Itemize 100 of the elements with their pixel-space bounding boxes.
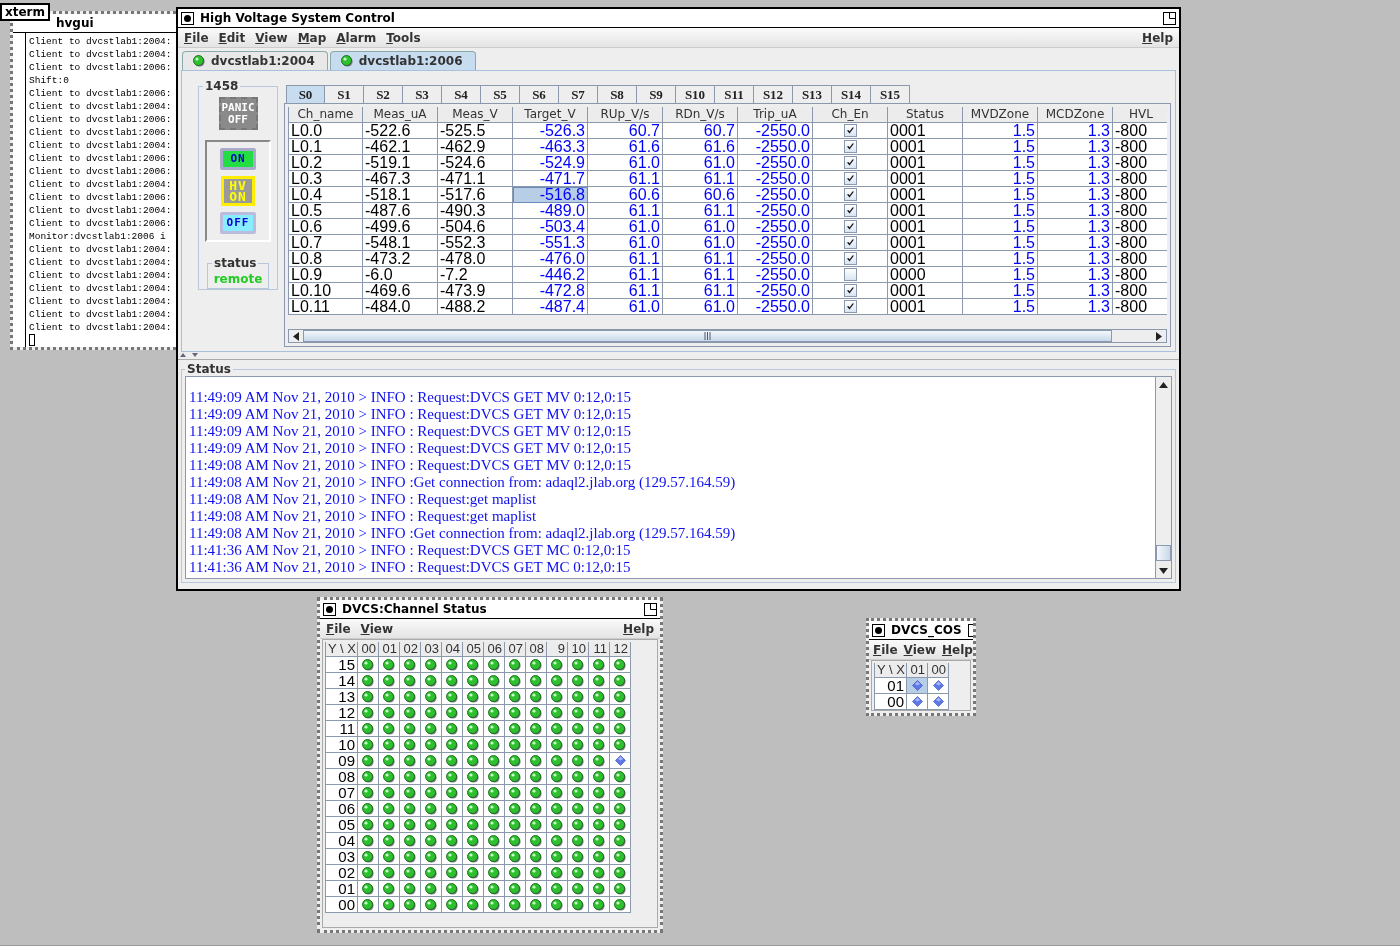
- menu-item[interactable]: Tools: [386, 30, 421, 45]
- sector-tab[interactable]: S11: [715, 85, 754, 103]
- table-cell[interactable]: 61.0: [588, 299, 663, 315]
- checkbox[interactable]: [843, 156, 857, 169]
- table-cell[interactable]: 61.1: [663, 171, 738, 187]
- table-cell[interactable]: 1.3: [1038, 283, 1113, 299]
- table-cell[interactable]: 61.0: [663, 155, 738, 171]
- table-cell[interactable]: 60.7: [663, 123, 738, 139]
- sector-tab[interactable]: S6: [520, 85, 559, 103]
- menu-item[interactable]: Edit: [218, 30, 246, 45]
- host-tab[interactable]: dvcstlab1:2004: [182, 51, 328, 70]
- grid-cell[interactable]: [907, 694, 928, 710]
- table-cell[interactable]: 1.3: [1038, 139, 1113, 155]
- table-cell[interactable]: 61.1: [663, 267, 738, 283]
- table-cell[interactable]: 61.0: [588, 219, 663, 235]
- table-cell[interactable]: 61.0: [588, 155, 663, 171]
- sector-tab[interactable]: S9: [637, 85, 676, 103]
- horizontal-scrollbar[interactable]: [288, 329, 1167, 343]
- scroll-up-icon[interactable]: [1159, 381, 1168, 388]
- checkbox[interactable]: [843, 236, 857, 249]
- table-cell[interactable]: 1.3: [1038, 299, 1113, 315]
- table-cell[interactable]: 1.3: [1038, 251, 1113, 267]
- table-cell[interactable]: -2550.0: [738, 251, 813, 267]
- scroll-down-icon[interactable]: [1159, 567, 1168, 574]
- window-menu-icon[interactable]: [872, 623, 885, 637]
- table-cell[interactable]: -487.4: [513, 299, 588, 315]
- sector-tab[interactable]: S4: [442, 85, 481, 103]
- checkbox[interactable]: [843, 300, 857, 313]
- menu-item[interactable]: View: [903, 642, 936, 657]
- scroll-left-icon[interactable]: [293, 331, 299, 341]
- sector-tab[interactable]: S12: [754, 85, 793, 103]
- table-cell[interactable]: 1.3: [1038, 155, 1113, 171]
- sector-tab[interactable]: S3: [403, 85, 442, 103]
- checkbox[interactable]: [843, 204, 857, 217]
- table-cell[interactable]: 61.0: [663, 299, 738, 315]
- table-cell[interactable]: 61.1: [588, 203, 663, 219]
- table-cell[interactable]: 1.5: [963, 203, 1038, 219]
- column-header[interactable]: Meas_uA: [363, 107, 438, 123]
- table-cell[interactable]: 1.5: [963, 283, 1038, 299]
- table-cell[interactable]: -476.0: [513, 251, 588, 267]
- table-cell[interactable]: -551.3: [513, 235, 588, 251]
- checkbox[interactable]: [843, 220, 857, 233]
- sector-tab[interactable]: S15: [871, 85, 910, 103]
- table-cell[interactable]: -463.3: [513, 139, 588, 155]
- column-header[interactable]: MVDZone: [963, 107, 1038, 123]
- table-cell[interactable]: -526.3: [513, 123, 588, 139]
- table-cell[interactable]: -503.4: [513, 219, 588, 235]
- table-cell[interactable]: 1.5: [963, 187, 1038, 203]
- menu-item[interactable]: File: [326, 621, 351, 636]
- table-cell[interactable]: 61.1: [588, 251, 663, 267]
- table-cell[interactable]: 1.3: [1038, 219, 1113, 235]
- column-header[interactable]: RUp_V/s: [588, 107, 663, 123]
- table-cell[interactable]: -2550.0: [738, 299, 813, 315]
- table-cell[interactable]: 1.5: [963, 219, 1038, 235]
- vertical-scrollbar[interactable]: [1155, 377, 1171, 578]
- table-cell[interactable]: -2550.0: [738, 283, 813, 299]
- table-cell[interactable]: 1.5: [963, 267, 1038, 283]
- column-header[interactable]: Ch_En: [813, 107, 888, 123]
- sector-tab[interactable]: S2: [364, 85, 403, 103]
- table-cell[interactable]: -2550.0: [738, 123, 813, 139]
- scroll-thumb[interactable]: [1156, 545, 1171, 561]
- table-cell[interactable]: -2550.0: [738, 235, 813, 251]
- table-cell[interactable]: -472.8: [513, 283, 588, 299]
- table-cell[interactable]: -489.0: [513, 203, 588, 219]
- checkbox[interactable]: [843, 188, 857, 201]
- checkbox[interactable]: [843, 268, 857, 281]
- table-cell[interactable]: 61.6: [663, 139, 738, 155]
- table-cell[interactable]: 60.6: [663, 187, 738, 203]
- table-cell[interactable]: 61.1: [588, 171, 663, 187]
- table-cell[interactable]: 1.5: [963, 155, 1038, 171]
- table-cell[interactable]: 1.3: [1038, 235, 1113, 251]
- table-cell[interactable]: 61.1: [588, 267, 663, 283]
- table-cell[interactable]: 61.1: [663, 251, 738, 267]
- table-cell[interactable]: -2550.0: [738, 267, 813, 283]
- table-cell[interactable]: -2550.0: [738, 139, 813, 155]
- table-cell[interactable]: 61.1: [663, 203, 738, 219]
- checkbox[interactable]: [843, 252, 857, 265]
- table-cell[interactable]: 61.6: [588, 139, 663, 155]
- table-cell[interactable]: 1.5: [963, 139, 1038, 155]
- maximize-icon[interactable]: [1163, 11, 1176, 25]
- menu-item[interactable]: Help: [942, 642, 973, 657]
- menu-item[interactable]: View: [255, 30, 288, 45]
- menu-item[interactable]: Help: [623, 621, 654, 636]
- table-cell[interactable]: -2550.0: [738, 155, 813, 171]
- column-header[interactable]: RDn_V/s: [663, 107, 738, 123]
- column-header[interactable]: Target_V: [513, 107, 588, 123]
- grid-cell[interactable]: [928, 694, 949, 710]
- scroll-thumb[interactable]: [303, 330, 1112, 342]
- grid-cell[interactable]: [907, 678, 928, 694]
- table-cell[interactable]: -2550.0: [738, 171, 813, 187]
- table-cell[interactable]: 1.3: [1038, 267, 1113, 283]
- maximize-icon[interactable]: [644, 602, 657, 616]
- window-menu-icon[interactable]: [181, 11, 194, 25]
- table-cell[interactable]: 61.0: [663, 235, 738, 251]
- sector-tab[interactable]: S13: [793, 85, 832, 103]
- table-cell[interactable]: -516.8: [513, 187, 588, 203]
- sector-tab[interactable]: S10: [676, 85, 715, 103]
- table-cell[interactable]: 1.5: [963, 251, 1038, 267]
- table-cell[interactable]: 1.5: [963, 171, 1038, 187]
- column-header[interactable]: Trip_uA: [738, 107, 813, 123]
